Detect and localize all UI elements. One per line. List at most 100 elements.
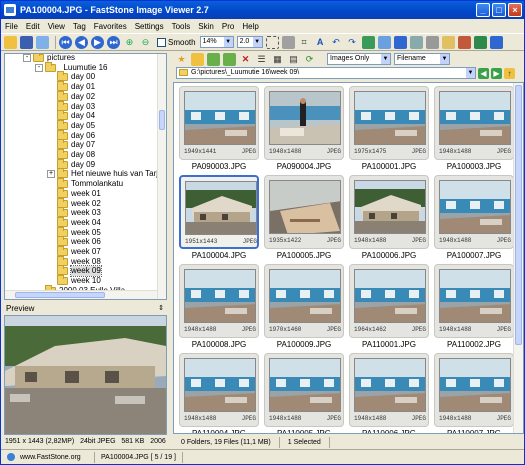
collapse-icon[interactable]: - <box>23 54 31 62</box>
thumbnail[interactable]: 1948x1488 JPEG PA100006.JPG <box>348 175 430 263</box>
expand-icon[interactable]: + <box>47 170 55 179</box>
maximize-button[interactable]: □ <box>492 3 506 17</box>
chevron-down-icon[interactable]: ▼ <box>466 68 475 78</box>
scroll-thumb[interactable] <box>515 85 522 345</box>
menu-tools[interactable]: Tools <box>172 22 191 31</box>
scroll-thumb[interactable] <box>159 110 165 130</box>
tree-item-label: week 01 <box>71 188 101 198</box>
thumbnail-image <box>185 181 257 235</box>
grid-view-icon[interactable]: ▦ <box>271 53 284 66</box>
thumbnail-type: JPEG <box>241 326 256 333</box>
thumbnail-dims: 1948x1488 <box>184 415 217 422</box>
menu-view[interactable]: View <box>48 22 65 31</box>
thumbnail[interactable]: 1948x1488 JPEG PA110006.JPG <box>348 353 430 433</box>
compare-icon[interactable] <box>409 35 423 49</box>
last-image-icon[interactable]: ⏭ <box>107 35 120 49</box>
select-icon[interactable] <box>265 35 279 49</box>
rotate-icon[interactable] <box>281 35 295 49</box>
collapse-icon[interactable]: ⇕ <box>158 303 164 315</box>
tree-scrollbar[interactable] <box>157 54 166 299</box>
thumbnail[interactable]: 1949x1441 JPEG PA090003.JPG <box>178 86 260 174</box>
refresh-icon[interactable]: ⟳ <box>303 53 316 66</box>
thumbnail[interactable]: 1948x1488 JPEG PA110004.JPG <box>178 353 260 433</box>
print-icon[interactable] <box>425 35 439 49</box>
rotate-left-icon[interactable]: ↶ <box>330 36 343 49</box>
thumbnail[interactable]: 1951x1443 JPEG PA100004.JPG <box>178 175 260 263</box>
menu-help[interactable]: Help <box>242 22 258 31</box>
menu-edit[interactable]: Edit <box>26 22 40 31</box>
rotate-right-icon[interactable]: ↷ <box>346 36 359 49</box>
sort-select[interactable]: Filename ▼ <box>394 53 450 65</box>
back-icon[interactable]: ◀ <box>478 67 489 79</box>
thumbnail[interactable]: 1948x1488 JPEG PA110007.JPG <box>433 353 515 433</box>
close-button[interactable]: × <box>508 3 522 17</box>
menu-skin[interactable]: Skin <box>198 22 214 31</box>
address-input[interactable]: G:\pictures\_Luumutie 16\week 09\ ▼ <box>176 67 476 79</box>
browse-icon[interactable] <box>36 35 49 49</box>
zoom-combo[interactable]: 14% ▼ <box>199 36 234 48</box>
folder-new-icon[interactable] <box>191 52 204 66</box>
folder-tree[interactable]: - pictures - _Luumutie 16 day 00 day 01 day 02… <box>4 53 167 300</box>
settings-icon[interactable] <box>457 35 471 49</box>
crop-icon[interactable]: ⌗ <box>298 36 311 49</box>
slideshow-icon[interactable] <box>377 35 391 49</box>
files-count: 0 Folders, 19 Files (11,1 MB) <box>173 436 280 448</box>
collapse-icon[interactable]: - <box>35 63 43 72</box>
thumbnail[interactable]: 1948x1488 JPEG PA110002.JPG <box>433 264 515 352</box>
scroll-thumb[interactable] <box>15 292 105 298</box>
flip-icon[interactable] <box>361 35 375 49</box>
zoom-out-icon[interactable]: ⊖ <box>139 36 152 49</box>
menu-favorites[interactable]: Favorites <box>94 22 127 31</box>
thumbnail[interactable]: 1948x1488 JPEG PA100007.JPG <box>433 175 515 263</box>
move-icon[interactable] <box>207 52 220 66</box>
thumbnail[interactable]: 1948x1488 JPEG PA100008.JPG <box>178 264 260 352</box>
thumbnail-image <box>439 180 511 234</box>
first-image-icon[interactable]: ⏮ <box>59 35 72 49</box>
thumbnails-icon[interactable] <box>473 35 487 49</box>
grid-scrollbar[interactable] <box>513 83 523 433</box>
thumbnail[interactable]: 1948x1488 JPEG PA100003.JPG <box>433 86 515 174</box>
details-view-icon[interactable]: ☰ <box>255 53 268 66</box>
tree-item[interactable]: week 10 <box>57 275 101 286</box>
tree-item[interactable]: - _Luumutie 16 <box>35 61 107 73</box>
menu-file[interactable]: File <box>5 22 18 31</box>
ratio-combo[interactable]: 2.0 ▼ <box>236 36 263 48</box>
zoom-in-icon[interactable]: ⊕ <box>123 36 136 49</box>
website-link[interactable]: www.FastStone.org <box>1 451 95 463</box>
thumbnail-image <box>354 180 426 234</box>
thumbnail-meta: 1948x1488 JPEG <box>354 236 426 245</box>
previous-image-icon[interactable]: ◀ <box>75 35 88 49</box>
list-view-icon[interactable]: ▤ <box>287 53 300 66</box>
thumbnail[interactable]: 1964x1462 JPEG PA110001.JPG <box>348 264 430 352</box>
tree-item[interactable]: Tommolankatu <box>57 178 123 189</box>
save-icon[interactable] <box>20 35 33 49</box>
forward-icon[interactable]: ▶ <box>491 67 502 79</box>
thumbnail[interactable]: 1948x1488 JPEG PA110005.JPG <box>263 353 345 433</box>
menu-pro[interactable]: Pro <box>222 22 234 31</box>
browser-icon[interactable] <box>489 35 503 49</box>
thumbnail[interactable]: 1935x1422 JPEG PA100005.JPG <box>263 175 345 263</box>
copy-icon[interactable] <box>223 52 236 66</box>
thumbnail[interactable]: 1975x1475 JPEG PA100001.JPG <box>348 86 430 174</box>
filter-select[interactable]: Images Only ▼ <box>327 53 391 65</box>
menu-settings[interactable]: Settings <box>135 22 164 31</box>
thumbnail-name: PA100005.JPG <box>276 251 332 260</box>
thumbnail-dims: 1975x1475 <box>354 148 387 155</box>
delete-icon[interactable]: ✕ <box>239 53 252 66</box>
thumbnail-grid[interactable]: 1949x1441 JPEG PA090003.JPG 1948x1488 JPEG PA… <box>173 82 524 434</box>
tree-item[interactable]: + Het nieuwe huis van Tarja & ... <box>47 168 166 179</box>
open-folder-icon[interactable] <box>4 35 17 49</box>
thumbnail[interactable]: 1948x1488 JPEG PA090004.JPG <box>263 86 345 174</box>
up-folder-icon[interactable]: ↑ <box>504 67 515 79</box>
star-icon[interactable]: ★ <box>175 53 188 66</box>
thumbnail[interactable]: 1970x1460 JPEG PA100009.JPG <box>263 264 345 352</box>
next-image-icon[interactable]: ▶ <box>91 35 104 49</box>
menu-tag[interactable]: Tag <box>73 22 86 31</box>
preview-image <box>5 316 166 434</box>
minimize-button[interactable]: _ <box>476 3 490 17</box>
fullscreen-icon[interactable] <box>393 35 407 49</box>
smooth-checkbox[interactable] <box>157 37 166 47</box>
text-icon[interactable]: A <box>314 36 327 49</box>
email-icon[interactable] <box>441 35 455 49</box>
tree-hscrollbar[interactable] <box>5 290 157 299</box>
